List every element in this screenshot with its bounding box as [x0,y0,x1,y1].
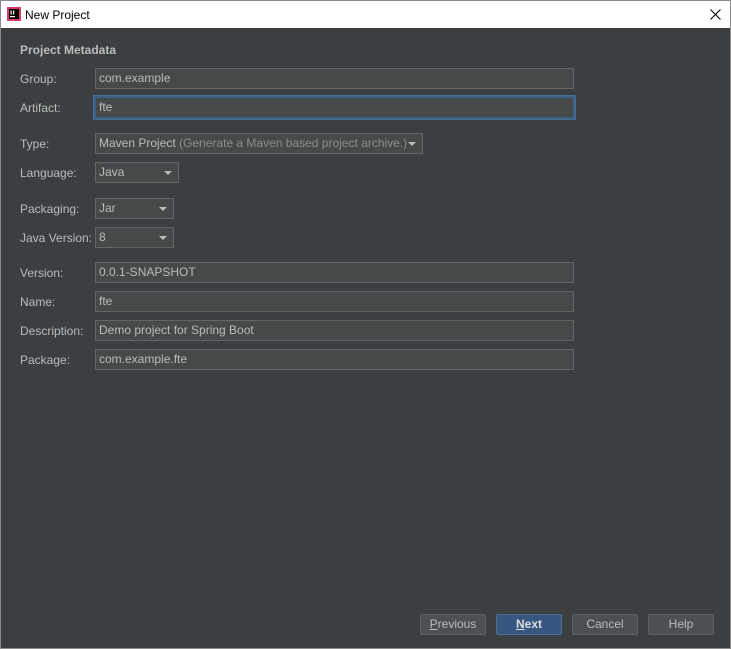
language-dropdown[interactable]: Java [95,162,179,183]
language-label: Language: [20,166,77,180]
type-label: Type: [20,137,50,151]
chevron-down-icon [164,171,172,175]
type-dropdown[interactable]: Maven Project (Generate a Maven based pr… [95,133,423,154]
next-label-rest: ext [524,617,542,631]
artifact-label: Artifact: [20,101,61,115]
chevron-down-icon [159,207,167,211]
description-label: Description: [20,324,84,338]
name-field[interactable]: fte [95,291,574,312]
window-title: New Project [25,8,90,22]
group-label: Group: [20,72,57,86]
help-button[interactable]: Help [648,614,714,635]
close-icon [709,9,721,20]
intellij-idea-icon [7,7,21,21]
previous-label-rest: revious [437,617,477,631]
package-label: Package: [20,353,71,367]
previous-mnemonic: P [429,617,438,631]
group-field[interactable]: com.example [95,68,574,89]
previous-button[interactable]: Previous [420,614,486,635]
new-project-dialog: New Project Project Metadata Group: com.… [0,0,731,649]
close-button[interactable] [700,1,730,28]
chevron-down-icon [159,236,167,240]
chevron-down-icon [408,142,416,146]
type-value: Maven Project [99,136,176,150]
java-version-label: Java Version: [20,231,93,245]
description-field[interactable]: Demo project for Spring Boot [95,320,574,341]
language-value: Java [99,165,125,179]
packaging-value: Jar [99,201,116,215]
package-field[interactable]: com.example.fte [95,349,574,370]
version-field[interactable]: 0.0.1-SNAPSHOT [95,262,574,283]
next-mnemonic: N [515,617,525,631]
java-version-dropdown[interactable]: 8 [95,227,174,248]
version-label: Version: [20,266,64,280]
name-label: Name: [20,295,56,309]
section-title: Project Metadata [20,43,117,57]
packaging-label: Packaging: [20,202,80,216]
cancel-button[interactable]: Cancel [572,614,638,635]
title-bar: New Project [1,1,730,28]
next-button[interactable]: Next [496,614,562,635]
type-hint: (Generate a Maven based project archive.… [179,136,408,150]
artifact-field[interactable]: fte [94,96,575,119]
packaging-dropdown[interactable]: Jar [95,198,174,219]
java-version-value: 8 [99,230,106,244]
